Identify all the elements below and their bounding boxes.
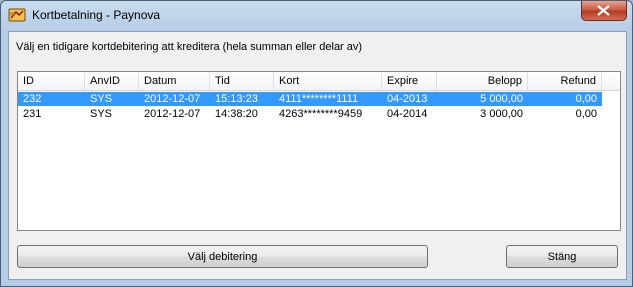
cell-tid: 14:38:20 — [215, 108, 258, 120]
window-title: Kortbetalning - Paynova — [32, 8, 161, 22]
cell-anvid: SYS — [90, 108, 113, 120]
table-row[interactable]: 231 SYS 2012-12-07 14:38:20 4263********… — [18, 107, 602, 121]
cell-refund: 0,00 — [575, 93, 597, 105]
table-row[interactable]: 232 SYS 2012-12-07 15:13:23 4111********… — [18, 92, 602, 106]
column-header-expire[interactable]: Expire — [382, 72, 437, 90]
cell-anvid: SYS — [90, 93, 113, 105]
cell-id: 231 — [23, 108, 42, 120]
cell-expire: 04-2013 — [387, 93, 428, 105]
cell-id: 232 — [23, 93, 42, 105]
column-header-refund[interactable]: Refund — [528, 72, 602, 90]
cell-datum: 2012-12-07 — [144, 93, 201, 105]
instruction-text: Välj en tidigare kortdebitering att kred… — [16, 41, 363, 53]
cell-belopp: 5 000,00 — [480, 93, 523, 105]
dialog-window: Kortbetalning - Paynova Välj en tidigare… — [0, 0, 633, 287]
column-header-datum[interactable]: Datum — [139, 72, 210, 90]
cell-datum: 2012-12-07 — [144, 108, 201, 120]
cell-refund: 0,00 — [575, 108, 597, 120]
debit-list[interactable]: ID AnvID Datum Tid Kort Expire Belopp Re… — [17, 71, 621, 231]
select-debit-button[interactable]: Välj debitering — [17, 245, 428, 268]
cell-kort: 4111********1111 — [279, 93, 359, 105]
column-header-id[interactable]: ID — [18, 72, 85, 90]
cell-kort: 4263********9459 — [279, 108, 363, 120]
column-header-tid[interactable]: Tid — [210, 72, 274, 90]
cell-belopp: 3 000,00 — [480, 108, 523, 120]
dialog-body: Välj en tidigare kortdebitering att kred… — [8, 31, 627, 280]
close-window-button[interactable] — [581, 1, 627, 21]
close-icon — [597, 5, 610, 16]
close-button[interactable]: Stäng — [506, 245, 618, 268]
column-header-anvid[interactable]: AnvID — [85, 72, 139, 90]
cell-expire: 04-2014 — [387, 108, 428, 120]
column-header-belopp[interactable]: Belopp — [437, 72, 528, 90]
list-header: ID AnvID Datum Tid Kort Expire Belopp Re… — [18, 72, 620, 91]
title-bar[interactable]: Kortbetalning - Paynova — [1, 1, 632, 31]
credit-card-icon — [8, 8, 26, 22]
column-header-kort[interactable]: Kort — [274, 72, 382, 90]
cell-tid: 15:13:23 — [215, 93, 258, 105]
